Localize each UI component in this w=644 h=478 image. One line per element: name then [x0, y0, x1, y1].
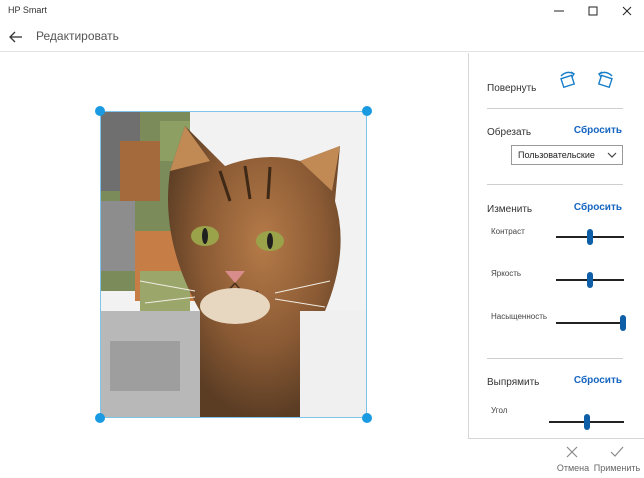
action-bar: Отмена Применить — [468, 438, 644, 478]
contrast-label: Контраст — [491, 227, 525, 236]
crop-handle-bottom-right[interactable] — [362, 413, 372, 423]
edit-panel: Повернуть Обрезать Сбросить Пользователь… — [468, 53, 644, 478]
rotate-left-button[interactable] — [593, 69, 617, 91]
crop-title: Обрезать — [487, 127, 532, 138]
window-controls — [542, 0, 644, 22]
angle-label: Угол — [491, 406, 508, 415]
rotate-right-button[interactable] — [556, 69, 580, 91]
crop-ratio-dropdown[interactable]: Пользовательские — [511, 145, 623, 165]
contrast-slider[interactable] — [556, 229, 624, 245]
app-title: HP Smart — [8, 5, 47, 15]
close-button[interactable] — [610, 0, 644, 22]
image-canvas — [0, 53, 468, 478]
adjust-title: Изменить — [487, 204, 533, 215]
divider — [487, 108, 623, 109]
minimize-button[interactable] — [542, 0, 576, 22]
brightness-slider[interactable] — [556, 272, 624, 288]
slider-thumb[interactable] — [587, 272, 593, 288]
brightness-label: Яркость — [491, 269, 522, 278]
slider-track — [556, 322, 624, 324]
close-icon — [622, 6, 632, 16]
crop-handle-top-left[interactable] — [95, 106, 105, 116]
close-icon — [566, 446, 578, 458]
crop-handle-top-right[interactable] — [362, 106, 372, 116]
straighten-reset-button[interactable]: Сбросить — [574, 375, 622, 386]
apply-button[interactable]: Применить — [592, 439, 642, 478]
page-title: Редактировать — [36, 29, 119, 43]
divider — [487, 358, 623, 359]
crop-reset-button[interactable]: Сбросить — [574, 125, 622, 136]
dropdown-value: Пользовательские — [518, 150, 595, 160]
divider — [487, 184, 623, 185]
straighten-title: Выпрямить — [487, 377, 540, 388]
angle-slider[interactable] — [549, 414, 624, 430]
apply-label: Применить — [593, 463, 641, 473]
checkmark-icon — [610, 446, 624, 457]
nav-bar: Редактировать — [0, 22, 644, 52]
slider-thumb[interactable] — [583, 414, 590, 430]
maximize-icon — [588, 6, 598, 16]
rotate-right-icon — [560, 71, 576, 89]
crop-frame[interactable] — [100, 111, 367, 418]
back-button[interactable] — [6, 27, 26, 47]
maximize-button[interactable] — [576, 0, 610, 22]
rotate-title: Повернуть — [487, 83, 537, 94]
cancel-label: Отмена — [556, 463, 590, 473]
slider-thumb[interactable] — [619, 315, 626, 331]
minimize-icon — [554, 10, 564, 12]
slider-thumb[interactable] — [587, 229, 593, 245]
chevron-down-icon — [607, 152, 617, 158]
saturation-label: Насыщенность — [491, 312, 548, 321]
crop-handle-bottom-left[interactable] — [95, 413, 105, 423]
cancel-button[interactable]: Отмена — [548, 439, 598, 478]
saturation-slider[interactable] — [556, 315, 626, 331]
adjust-reset-button[interactable]: Сбросить — [574, 202, 622, 213]
back-arrow-icon — [9, 31, 22, 43]
rotate-left-icon — [597, 71, 613, 89]
title-bar: HP Smart — [0, 0, 644, 22]
